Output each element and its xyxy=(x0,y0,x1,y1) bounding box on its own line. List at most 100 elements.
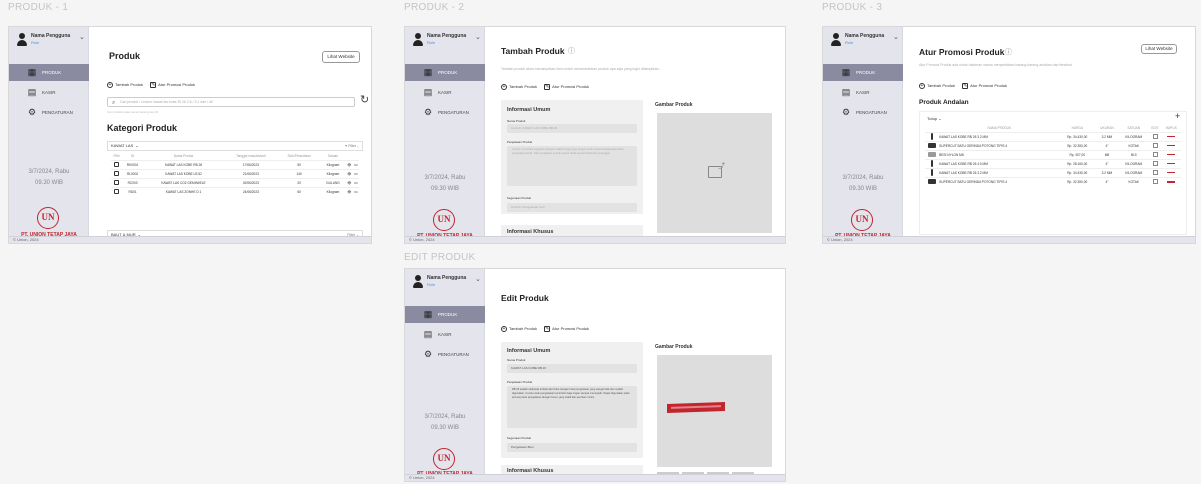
frame-edit-produk: Nama Pengguna Role ⌄ ▦ PRODUK ▤ KASIR ⚙ PEN… xyxy=(404,268,786,482)
edit-icon[interactable] xyxy=(1152,178,1158,184)
user-menu[interactable]: Nama Pengguna Role ⌄ xyxy=(823,27,903,55)
more-actions-button[interactable]: ••• xyxy=(352,159,359,169)
sidebar-item-kasir[interactable]: ▤ KASIR xyxy=(823,84,903,101)
row-checkbox[interactable] xyxy=(114,188,119,194)
chevron-down-icon[interactable]: ⌄ xyxy=(893,33,899,41)
tab-atur-promosi[interactable]: ✎ Atur Promosi Produk xyxy=(544,326,589,332)
current-date: 3/7/2024, Rabu xyxy=(842,175,884,181)
search-icon: ⌕ xyxy=(112,100,116,106)
kegunaan-produk-input[interactable]: Contoh: Pengelasan besi xyxy=(507,203,637,212)
user-avatar-icon xyxy=(413,33,423,47)
delete-icon[interactable] xyxy=(1167,145,1176,147)
cashier-icon: ▤ xyxy=(27,87,37,97)
sidebar-item-kasir[interactable]: ▤ KASIR xyxy=(9,84,89,101)
tab-atur-promosi[interactable]: ✎ Atur Promosi Produk xyxy=(150,82,195,88)
sidebar-item-kasir[interactable]: ▤ KASIR xyxy=(405,84,485,101)
product-table: Pilih ID Nama Produk Tanggal masuk/ubah … xyxy=(111,153,359,196)
product-thumbnail xyxy=(931,132,934,140)
sidebar-item-pengaturan[interactable]: ⚙ PENGATURAN xyxy=(823,104,903,121)
more-actions-button[interactable]: ••• xyxy=(352,177,359,187)
company-logo: UN xyxy=(433,209,455,231)
delete-icon[interactable] xyxy=(1167,172,1176,174)
edit-icon[interactable] xyxy=(1152,160,1158,166)
delete-icon[interactable] xyxy=(1167,163,1176,165)
user-role: Role xyxy=(427,282,436,287)
product-tabs: + Tambah Produk ✎ Atur Promosi Produk xyxy=(919,83,1013,89)
search-input[interactable]: ⌕ Cari produk / contoh: kawat las kobe Rl… xyxy=(107,97,355,107)
company-logo: UN xyxy=(433,448,455,470)
user-role: Role xyxy=(31,40,40,45)
chevron-down-icon[interactable]: ⌄ xyxy=(475,275,481,283)
table-row: SUPERCUT BATU GERINDA POTONG TIPIS 4 Rp.… xyxy=(925,176,1181,186)
info-icon[interactable]: ⓘ xyxy=(568,46,575,56)
sidebar-item-produk[interactable]: ▦ PRODUK xyxy=(9,64,89,81)
sidebar-item-pengaturan[interactable]: ⚙ PENGATURAN xyxy=(405,346,485,363)
chevron-down-icon[interactable]: ⌄ xyxy=(79,33,85,41)
tab-tambah-produk[interactable]: + Tambah Produk xyxy=(501,326,537,332)
frame-produk-2: Nama Pengguna Role ⌄ ▦ PRODUK ▤ KASIR ⚙ PEN… xyxy=(404,26,786,244)
nama-produk-input[interactable]: Contoh: KAWAT LAS KOBE RB 26 xyxy=(507,124,637,133)
sidebar-item-produk[interactable]: ▦ PRODUK xyxy=(405,306,485,323)
cashier-icon: ▤ xyxy=(841,87,851,97)
edit-icon[interactable] xyxy=(1152,142,1158,148)
product-thumbnail xyxy=(931,168,934,176)
visibility-icon[interactable]: 👁 xyxy=(345,159,353,169)
row-checkbox[interactable] xyxy=(114,170,119,176)
user-name: Nama Pengguna xyxy=(845,33,885,39)
sidebar-item-pengaturan[interactable]: ⚙ PENGATURAN xyxy=(405,104,485,121)
row-checkbox[interactable] xyxy=(114,179,119,185)
chevron-down-icon[interactable]: ⌄ xyxy=(475,33,481,41)
col-header: Satuan xyxy=(327,154,339,159)
tab-atur-promosi[interactable]: ✎ Atur Promosi Produk xyxy=(962,83,1007,89)
visibility-icon[interactable]: 👁 xyxy=(345,186,353,196)
table-row: KAWAT LAS KOBE RB 26 3.2 MM Rp. 34.430,0… xyxy=(925,131,1181,141)
more-actions-button[interactable]: ••• xyxy=(352,168,359,178)
group-kawat-las[interactable]: KAWAT LAS ⌄ ⏷ Filter ⌄ xyxy=(107,141,363,151)
user-menu[interactable]: Nama Pengguna Role ⌄ xyxy=(405,27,485,55)
filter-tutup-dropdown[interactable]: Tutup ⌄ xyxy=(927,116,942,121)
visibility-icon[interactable]: 👁 xyxy=(345,168,353,178)
nama-produk-input[interactable]: KAWAT LAS KOBE RB 26 xyxy=(507,364,637,373)
edit-icon[interactable] xyxy=(1152,169,1158,175)
sidebar: Nama Pengguna Role ⌄ ▦ PRODUK ▤ KASIR ⚙ PEN… xyxy=(405,27,485,243)
section-title-kategori: Kategori Produk xyxy=(107,123,178,133)
board-label-produk-1: PRODUK - 1 xyxy=(8,2,69,13)
add-promo-button[interactable]: + xyxy=(1175,111,1180,121)
company-logo: UN xyxy=(851,209,873,231)
delete-icon[interactable] xyxy=(1167,154,1176,156)
lihat-website-button[interactable]: Lihat Website xyxy=(1141,44,1177,54)
tab-tambah-produk[interactable]: + Tambah Produk xyxy=(501,84,537,90)
user-menu[interactable]: Nama Pengguna Role ⌄ xyxy=(405,269,485,297)
sidebar: Nama Pengguna Role ⌄ ▦ PRODUK ▤ KASIR ⚙ PEN… xyxy=(823,27,903,243)
sidebar-item-pengaturan[interactable]: ⚙ PENGATURAN xyxy=(9,104,89,121)
product-thumbnail xyxy=(928,142,937,148)
edit-icon[interactable] xyxy=(1152,133,1158,139)
lihat-website-button[interactable]: Lihat Website xyxy=(322,51,360,63)
more-actions-button[interactable]: ••• xyxy=(352,186,359,196)
plus-circle-icon: + xyxy=(501,84,507,90)
plus-circle-icon: + xyxy=(107,82,113,88)
gear-icon: ⚙ xyxy=(423,107,433,117)
chevron-down-icon: ⌄ xyxy=(938,116,942,121)
product-thumbnail xyxy=(928,178,937,184)
row-checkbox[interactable] xyxy=(114,161,119,167)
user-menu[interactable]: Nama Pengguna Role ⌄ xyxy=(9,27,89,55)
tab-tambah-produk[interactable]: + Tambah Produk xyxy=(107,82,143,88)
refresh-icon[interactable]: ↻ xyxy=(360,93,369,106)
filter-button[interactable]: ⏷ Filter ⌄ xyxy=(345,142,359,150)
kegunaan-produk-input[interactable]: Pengelasan Besi xyxy=(507,443,637,452)
info-icon[interactable]: ⓘ xyxy=(1005,47,1012,57)
tab-atur-promosi[interactable]: ✎ Atur Promosi Produk xyxy=(544,84,589,90)
edit-icon[interactable] xyxy=(1152,151,1158,157)
delete-icon[interactable] xyxy=(1167,136,1176,138)
label-penjelasan-produk: Penjelasan Produk xyxy=(507,380,533,384)
visibility-icon[interactable]: 👁 xyxy=(345,177,353,187)
sidebar-item-kasir[interactable]: ▤ KASIR xyxy=(405,326,485,343)
sidebar-item-produk[interactable]: ▦ PRODUK xyxy=(823,64,903,81)
tab-tambah-produk[interactable]: + Tambah Produk xyxy=(919,83,955,89)
delete-icon[interactable] xyxy=(1167,181,1176,183)
plus-circle-icon: + xyxy=(501,326,507,332)
col-header: ID xyxy=(130,154,135,159)
sidebar-item-produk[interactable]: ▦ PRODUK xyxy=(405,64,485,81)
label-nama-produk: Nama Produk xyxy=(507,119,526,123)
